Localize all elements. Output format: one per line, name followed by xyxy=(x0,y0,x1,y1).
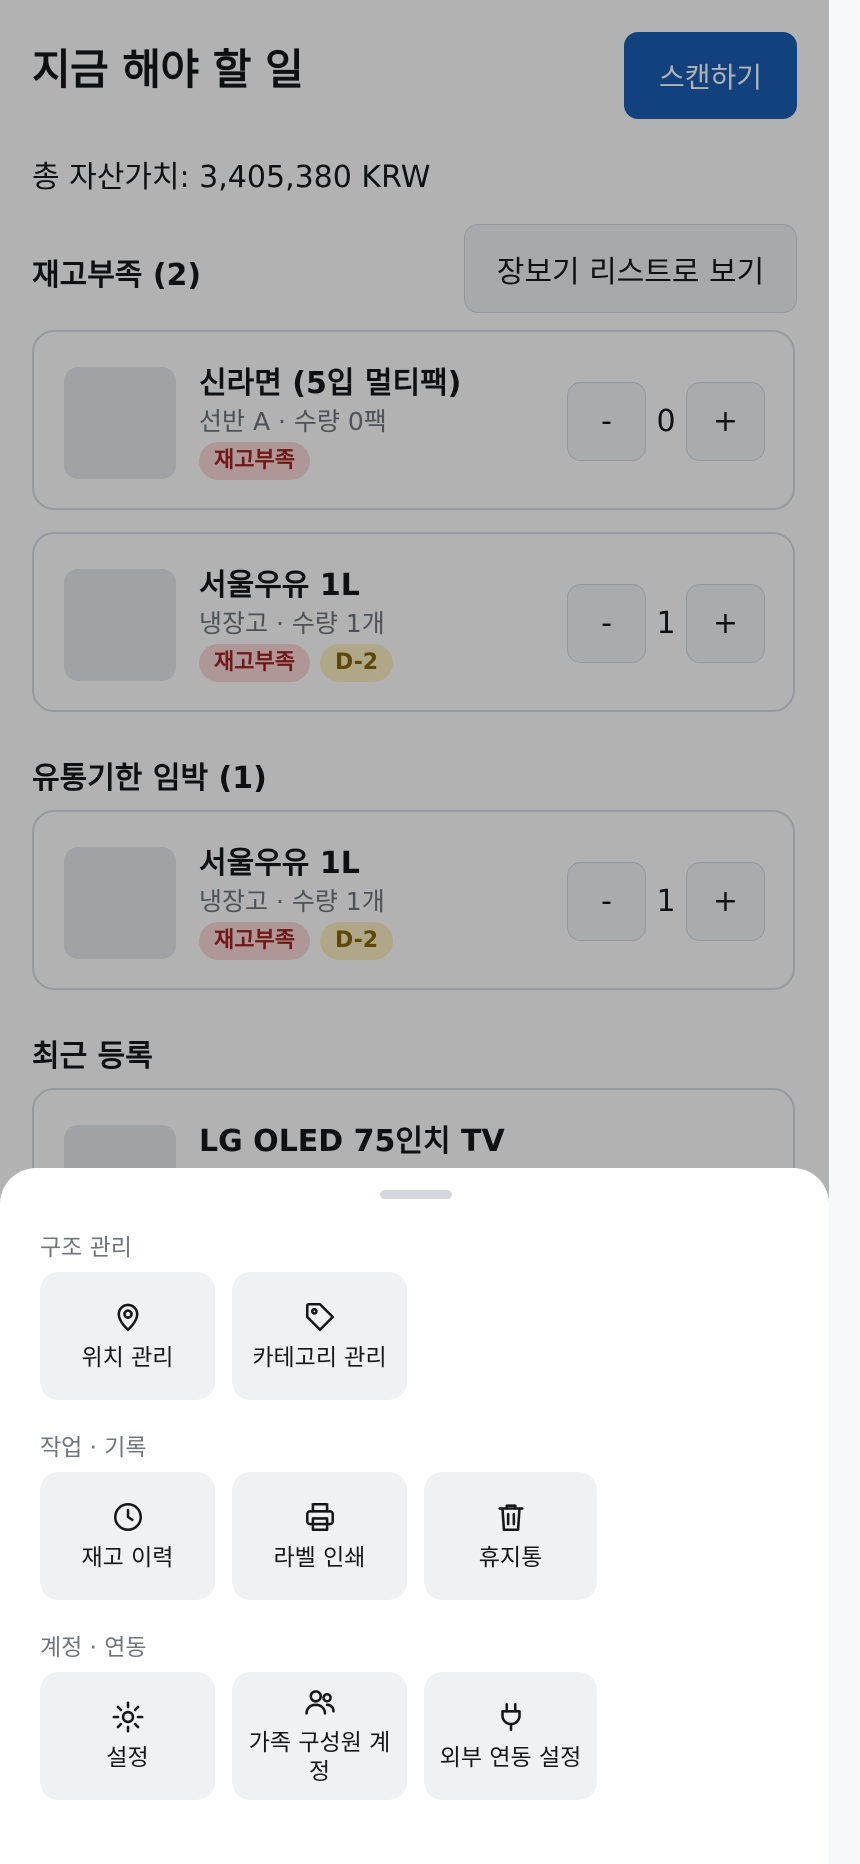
group-label: 계정 · 연동 xyxy=(40,1635,147,1661)
clock-icon xyxy=(113,1502,142,1531)
bottom-sheet: 구조 관리 위치 관리 카테고리 관리 작업 · 기록 재고 이력 라벨 인쇄 … xyxy=(0,1168,829,1864)
action-label: 외부 연동 설정 xyxy=(439,1744,582,1771)
family-accounts-button[interactable]: 가족 구성원 계정 xyxy=(232,1672,407,1800)
action-label: 설정 xyxy=(106,1744,149,1771)
users-icon xyxy=(304,1690,335,1715)
label-print-button[interactable]: 라벨 인쇄 xyxy=(232,1472,407,1600)
category-manage-button[interactable]: 카테고리 관리 xyxy=(232,1272,407,1400)
tag-icon xyxy=(305,1302,334,1331)
action-label: 라벨 인쇄 xyxy=(273,1544,366,1571)
group-label: 작업 · 기록 xyxy=(40,1435,147,1461)
action-label: 위치 관리 xyxy=(81,1344,174,1371)
printer-icon xyxy=(305,1502,334,1531)
action-label: 재고 이력 xyxy=(81,1544,174,1571)
plug-icon xyxy=(500,1702,521,1731)
drag-handle[interactable] xyxy=(380,1190,452,1199)
location-manage-button[interactable]: 위치 관리 xyxy=(40,1272,215,1400)
sun-settings-icon xyxy=(112,1701,143,1733)
stock-history-button[interactable]: 재고 이력 xyxy=(40,1472,215,1600)
action-label: 카테고리 관리 xyxy=(252,1344,387,1371)
trash-button[interactable]: 휴지통 xyxy=(424,1472,597,1600)
integration-settings-button[interactable]: 외부 연동 설정 xyxy=(424,1672,597,1800)
group-label: 구조 관리 xyxy=(40,1235,132,1261)
app-screen: 지금 해야 할 일 스캔하기 총 자산가치: 3,405,380 KRW 재고부… xyxy=(0,0,829,1864)
settings-button[interactable]: 설정 xyxy=(40,1672,215,1800)
action-label: 휴지통 xyxy=(478,1544,543,1571)
action-label: 가족 구성원 계정 xyxy=(248,1730,391,1785)
map-pin-icon xyxy=(117,1303,138,1331)
trash-icon xyxy=(497,1504,524,1531)
